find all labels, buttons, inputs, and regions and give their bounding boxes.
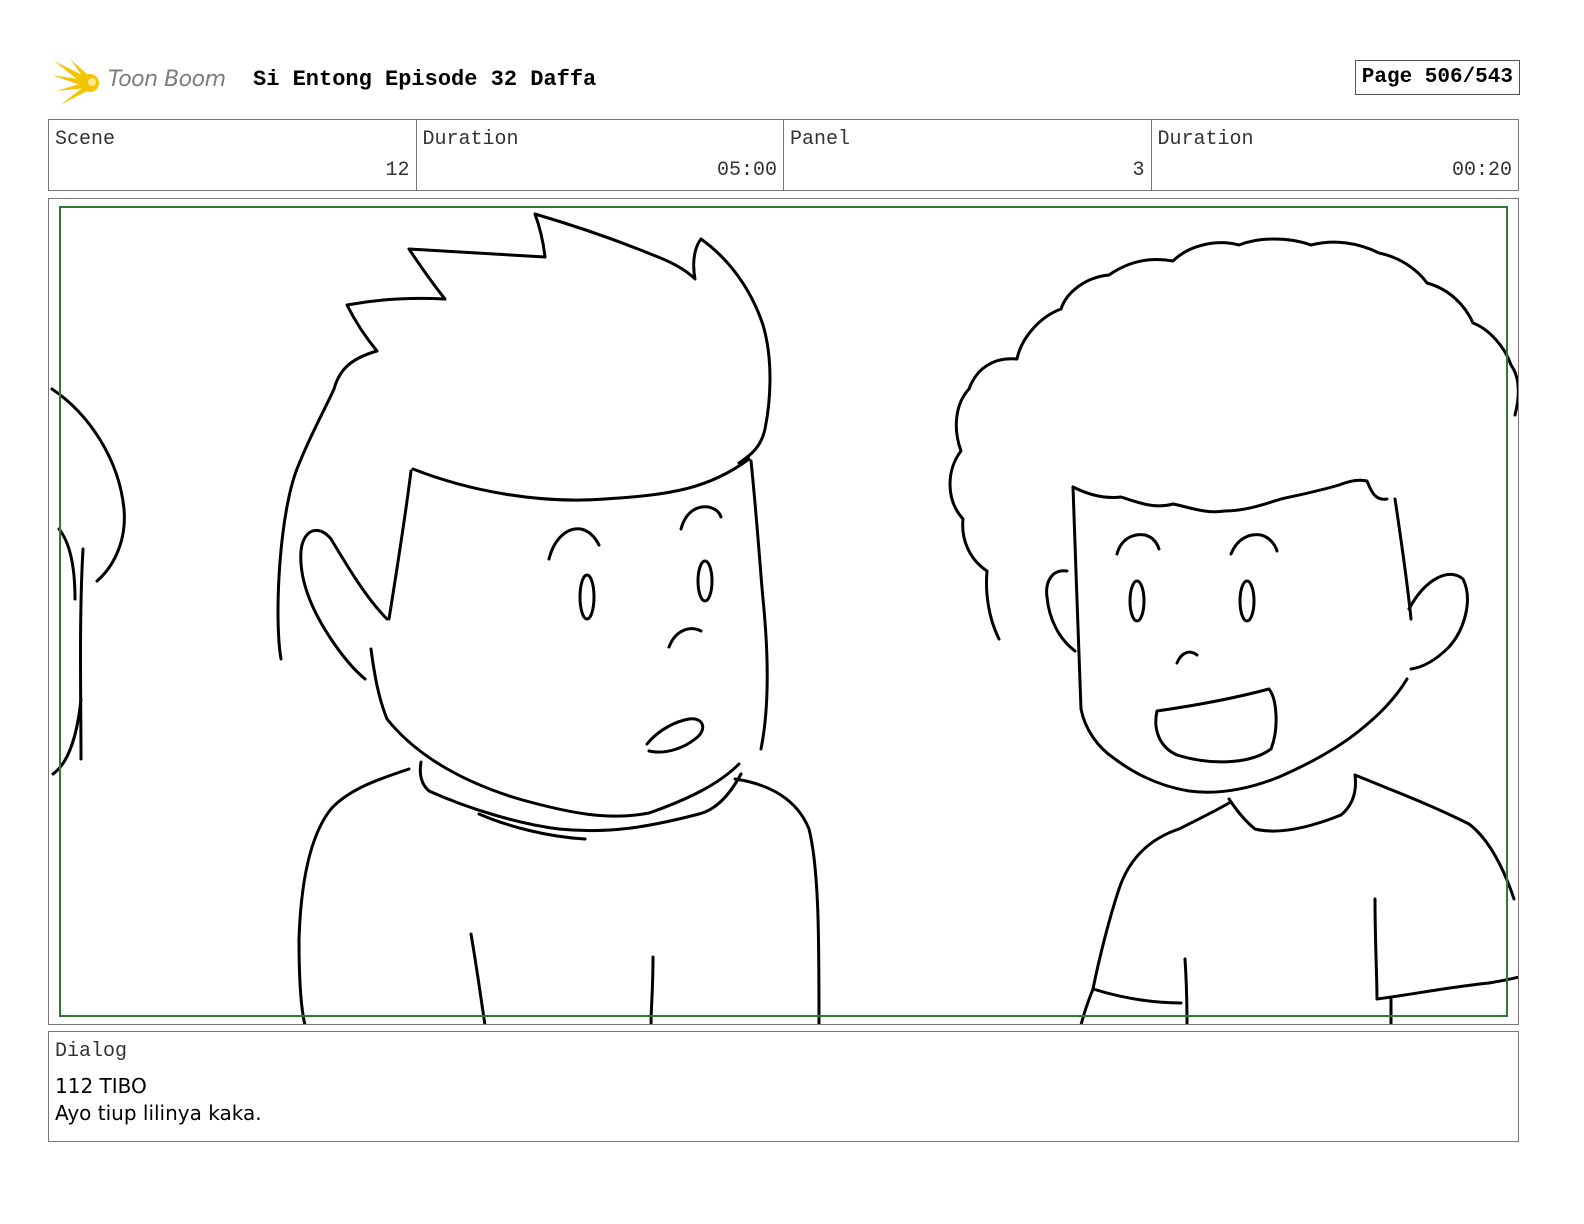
scene-duration-value: 05:00 <box>716 159 777 182</box>
logo-text: Toon Boom <box>108 67 226 92</box>
scene-cell: Scene 12 <box>49 120 417 190</box>
right-boy-sketch <box>948 237 1518 1024</box>
panel-cell: Panel 3 <box>784 120 1152 190</box>
dialog-label: Dialog <box>55 1040 128 1063</box>
panel-duration-cell: Duration 00:20 <box>1152 120 1519 190</box>
panel-value: 3 <box>1132 159 1145 182</box>
left-edge-character-sketch <box>50 387 126 776</box>
panel-sketch <box>50 212 1518 1024</box>
toon-boom-flare-icon <box>52 59 99 105</box>
page-indicator: Page 506/543 <box>1354 60 1520 95</box>
panel-duration-value: 00:20 <box>1451 159 1512 182</box>
dialog-box: Dialog 112 TIBO Ayo tiup lilinya kaka. <box>48 1031 1519 1142</box>
panel-duration-label: Duration <box>1157 128 1254 151</box>
storyboard-panel <box>48 198 1519 1025</box>
page-header: Toon Boom Si Entong Episode 32 Daffa Pag… <box>48 55 1520 105</box>
scene-duration-label: Duration <box>422 128 519 151</box>
toon-boom-logo: Toon Boom <box>52 57 252 109</box>
panel-info-row: Scene 12 Duration 05:00 Panel 3 Duration… <box>48 119 1519 191</box>
dialog-line-speaker: 112 TIBO <box>55 1074 147 1098</box>
document-title: Si Entong Episode 32 Daffa <box>253 67 597 92</box>
scene-label: Scene <box>55 128 116 151</box>
scene-duration-cell: Duration 05:00 <box>417 120 784 190</box>
panel-label: Panel <box>790 128 851 151</box>
dialog-line-text: Ayo tiup lilinya kaka. <box>55 1101 262 1125</box>
scene-value: 12 <box>385 159 410 182</box>
middle-boy-sketch <box>276 212 821 1024</box>
